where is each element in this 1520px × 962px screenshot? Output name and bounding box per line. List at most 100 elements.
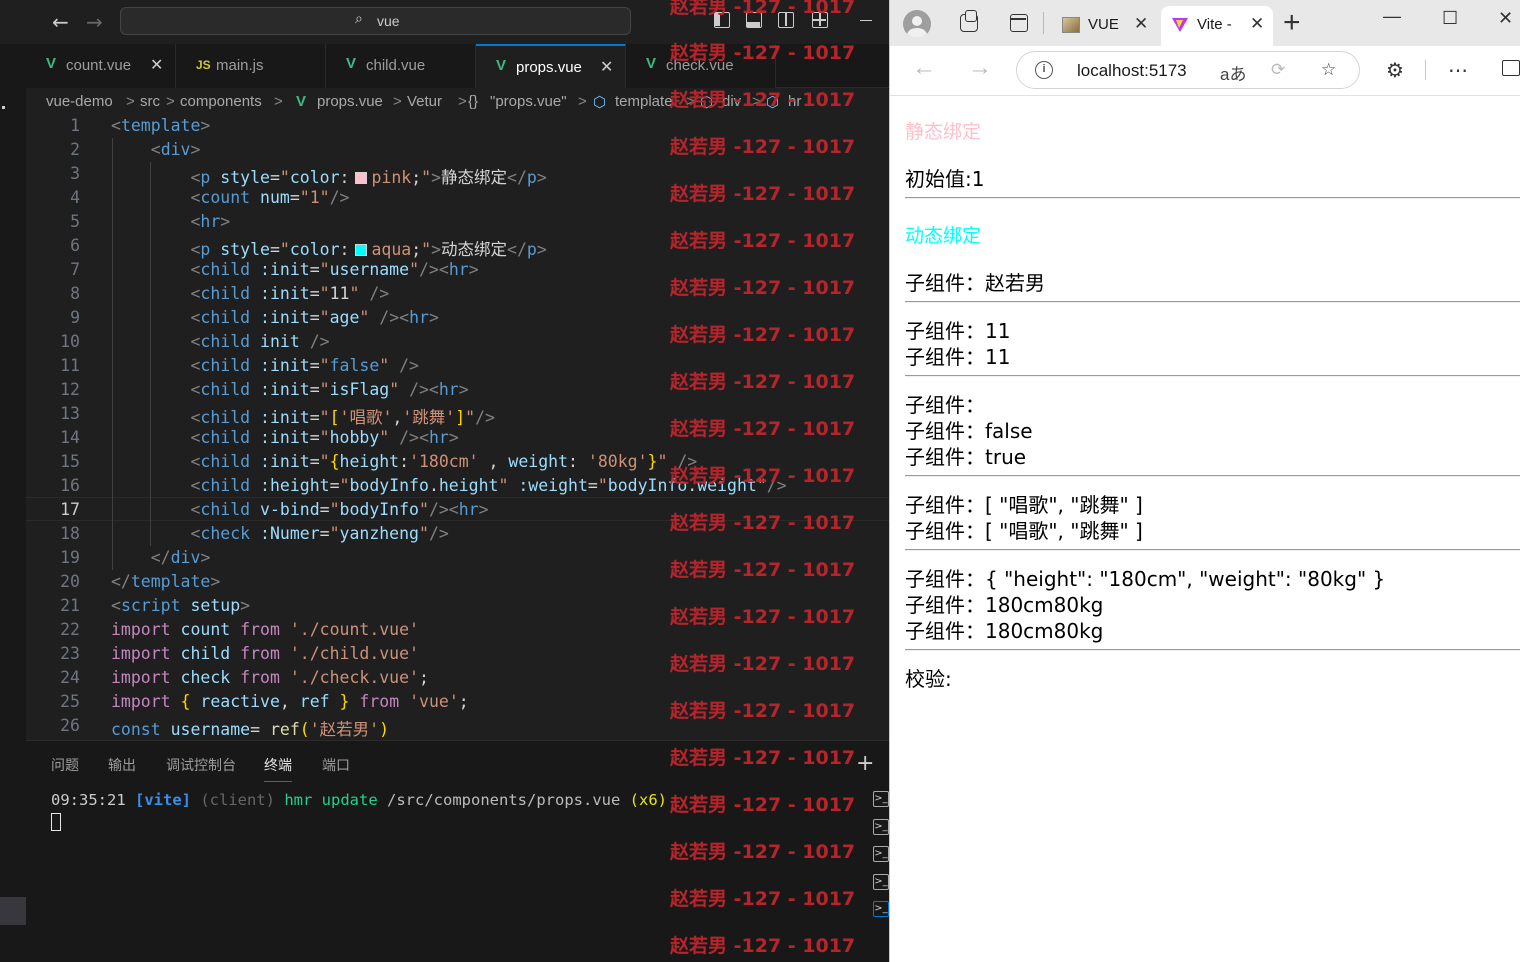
braces-icon: {} [468,93,479,110]
browser-tab-vite[interactable]: Vite - ✕ [1161,6,1273,46]
close-icon[interactable]: ✕ [150,55,163,75]
code-line[interactable]: 10 <child init /> [26,330,889,354]
code-line[interactable]: 12 <child :init="isFlag" /><hr> [26,378,889,402]
code-line[interactable]: 8 <child :init="11" /> [26,282,889,306]
code-line[interactable]: 23 import child from './child.vue' [26,642,889,666]
profile-avatar-icon[interactable] [903,10,931,38]
refresh-icon[interactable]: ⟳ [1271,60,1285,80]
code-line[interactable]: 3 <p style="color: pink;">静态绑定</p> [26,162,889,187]
forward-arrow-icon[interactable]: → [86,10,103,34]
code-line[interactable]: 9 <child :init="age" /><hr> [26,306,889,330]
tab-props-vue[interactable]: V props.vue ✕ [476,44,626,88]
tab-label: check.vue [666,57,734,74]
minimize-icon[interactable] [860,20,872,21]
terminal-icon[interactable]: >_ [873,874,889,890]
back-arrow-icon[interactable]: ← [912,54,936,82]
code-line[interactable]: 4 <count num="1"/> [26,186,889,210]
breadcrumb-item[interactable]: components [180,93,262,110]
code-line[interactable]: 13 <child :init="['唱歌','跳舞']"/> [26,402,889,427]
sidebar-toggle-icon[interactable] [1502,60,1520,76]
maximize-icon[interactable]: ☐ [1442,8,1458,29]
close-icon[interactable]: ✕ [1134,14,1148,34]
minimize-icon[interactable]: — [1383,6,1401,27]
breadcrumb-item[interactable]: div [722,93,741,110]
code-line[interactable]: 5 <hr> [26,210,889,234]
activity-selected-item[interactable] [0,897,26,925]
tab-terminal[interactable]: 终端 [264,755,292,782]
dynamic-heading: 动态绑定 [905,225,982,247]
tab-ports[interactable]: 端口 [322,755,350,775]
breadcrumb-item[interactable]: props.vue [317,93,383,110]
code-line[interactable]: 7 <child :init="username"/><hr> [26,258,889,282]
read-aloud-icon[interactable]: aあ [1220,60,1246,85]
code-line[interactable]: 11 <child :init="false" /> [26,354,889,378]
code-line[interactable]: 20 </template> [26,570,889,594]
line-number: 18 [60,524,80,543]
tab-main-js[interactable]: JS main.js [176,44,326,88]
breadcrumb-item[interactable]: Vetur [407,93,442,110]
line-number: 10 [60,332,80,351]
close-window-icon[interactable]: ✕ [1498,8,1513,29]
code-line-current[interactable]: 17 <child v-bind="bodyInfo"/><hr> [26,497,889,521]
code-line[interactable]: 2 <div> [26,138,889,162]
address-bar[interactable]: i localhost:5173 aあ ⟳ ☆ [1016,51,1360,89]
command-center-search[interactable]: ⌕ vue [120,7,631,35]
code-editor[interactable]: 1 <template> 2 <div> 3 <p style="color: pi… [26,114,889,740]
forward-arrow-icon[interactable]: → [968,54,992,82]
collections-icon[interactable] [960,10,978,32]
toggle-secondary-sidebar-icon[interactable] [778,12,794,28]
breadcrumb-item[interactable]: vue-demo [46,93,113,110]
code-line[interactable]: 6 <p style="color: aqua;">动态绑定</p> [26,234,889,259]
more-menu-icon[interactable]: ⋯ [1448,58,1468,83]
code-line[interactable]: 16 <child :height="bodyInfo.height" :wei… [26,474,889,498]
tab-child-vue[interactable]: V child.vue [326,44,476,88]
child-row: 子组件：180cm80kg [905,593,1104,617]
terminal-icon[interactable]: >_ [873,901,889,917]
child-row: 子组件：11 [905,345,1011,369]
tab-check-vue[interactable]: V check.vue [626,44,776,88]
terminal-icon[interactable]: >_ [873,819,889,835]
new-terminal-button[interactable]: + [856,751,874,776]
new-tab-button[interactable]: + [1283,6,1301,40]
code-line[interactable]: 14 <child :init="hobby" /><hr> [26,426,889,450]
line-number: 24 [60,668,80,687]
code-line[interactable]: 1 <template> [26,114,889,138]
close-icon[interactable]: ✕ [1250,14,1264,34]
customize-layout-icon[interactable] [812,12,828,28]
back-arrow-icon[interactable]: ← [52,10,69,34]
extensions-icon[interactable]: ⚙ [1386,58,1404,83]
command-center-text: vue [377,13,400,29]
code-line[interactable]: 21 <script setup> [26,594,889,618]
code-line[interactable]: 24 import check from './check.vue'; [26,666,889,690]
tab-actions-icon[interactable] [1010,14,1028,32]
favorite-star-icon[interactable]: ☆ [1321,60,1336,80]
toggle-primary-sidebar-icon[interactable] [714,12,730,28]
terminal-cursor[interactable] [51,813,61,831]
divider [905,301,1520,303]
toggle-panel-icon[interactable] [746,12,762,28]
code-line[interactable]: 22 import count from './count.vue' [26,618,889,642]
code-line[interactable]: 18 <check :Numer="yanzheng"/> [26,522,889,546]
js-file-icon: JS [196,58,211,72]
tab-debug-console[interactable]: 调试控制台 [166,755,236,775]
code-line[interactable]: 19 </div> [26,546,889,570]
vue-file-icon: V [46,55,57,72]
code-line[interactable]: 26 const username= ref('赵若男') [26,714,889,739]
tab-count-vue[interactable]: V count.vue ✕ [26,44,176,88]
breadcrumb-item[interactable]: src [140,93,160,110]
close-icon[interactable]: ✕ [600,57,613,77]
tab-problems[interactable]: 问题 [51,755,79,775]
tab-output[interactable]: 输出 [108,755,136,775]
terminal-icon[interactable]: >_ [873,791,889,807]
url-text[interactable]: localhost:5173 [1077,61,1187,81]
terminal-icon[interactable]: >_ [873,846,889,862]
code-line[interactable]: 15 <child :init="{height:'180cm' , weigh… [26,450,889,474]
line-number: 15 [60,452,80,471]
breadcrumb-item[interactable]: hr [788,93,801,110]
site-info-icon[interactable]: i [1035,61,1053,79]
cube-icon: ⬡ [700,94,714,111]
breadcrumb-item[interactable]: template [615,93,673,110]
code-line[interactable]: 25 import { reactive, ref } from 'vue'; [26,690,889,714]
breadcrumb-item[interactable]: "props.vue" [490,93,567,110]
browser-tab-vue[interactable]: VUE ✕ [1052,6,1159,46]
